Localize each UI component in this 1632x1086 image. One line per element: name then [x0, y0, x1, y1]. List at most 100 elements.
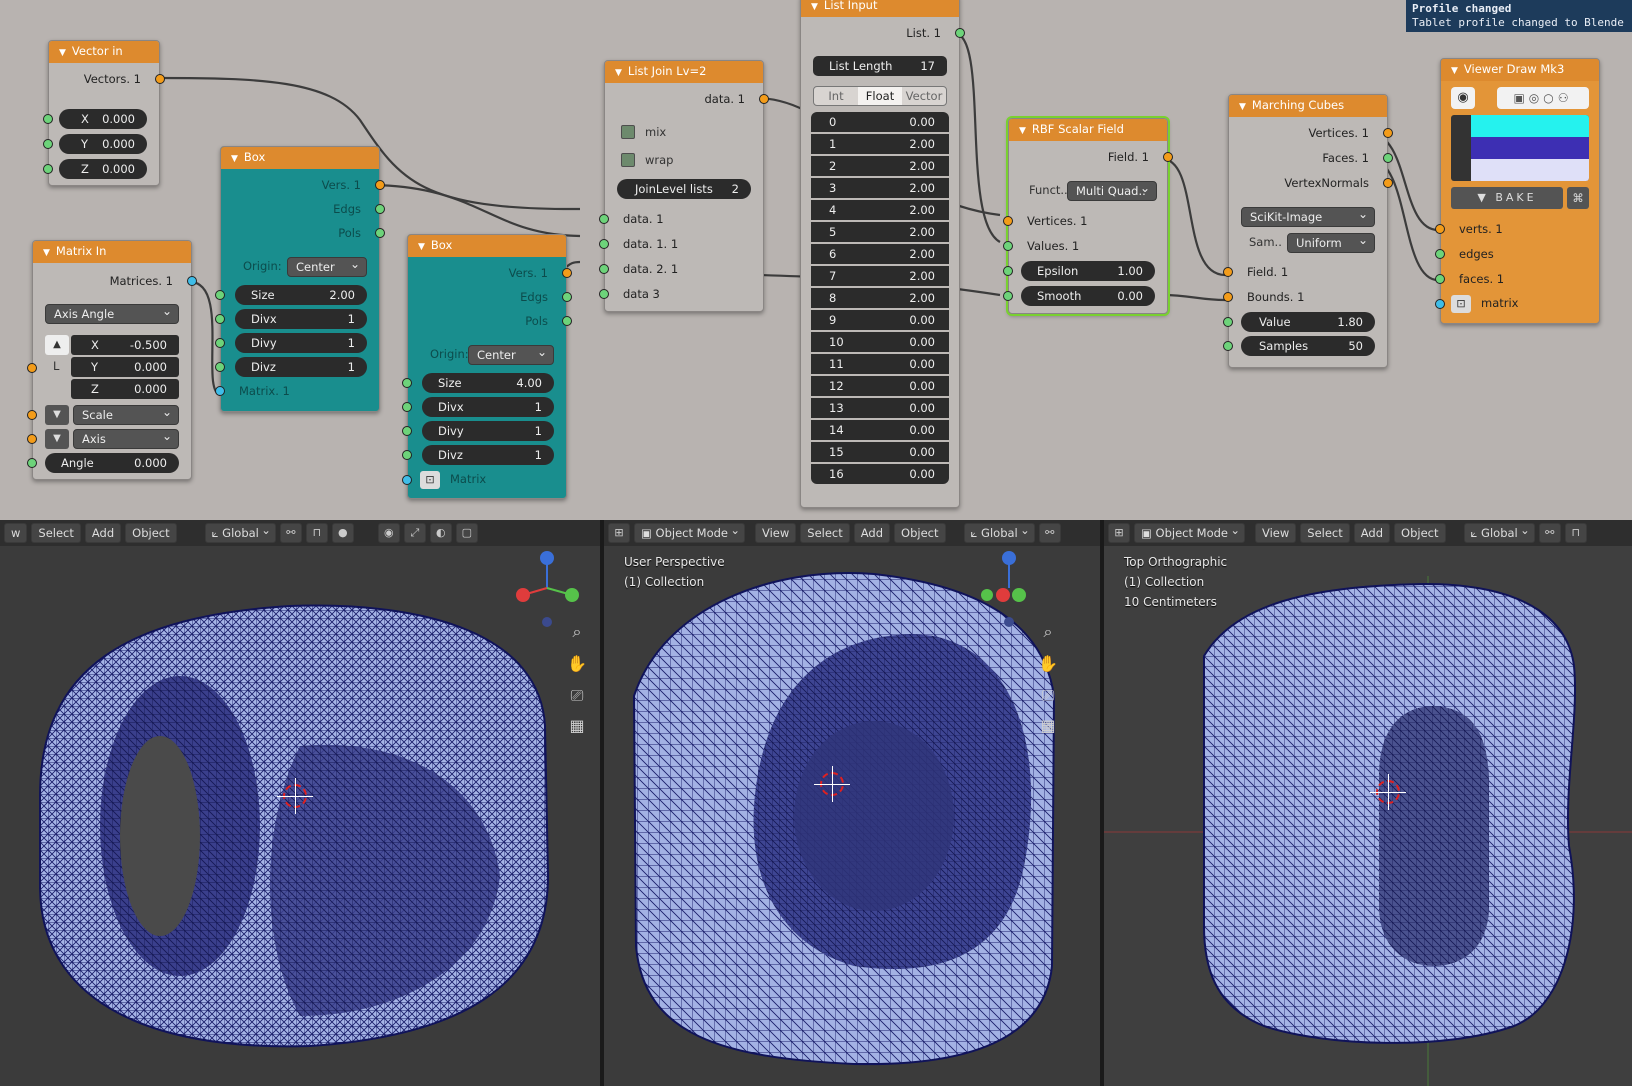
input-socket-verts[interactable]	[1435, 224, 1445, 234]
node-header[interactable]: ▼ Viewer Draw Mk3	[1441, 59, 1599, 81]
expand-scale-button[interactable]: ▼	[45, 405, 69, 425]
hand-icon[interactable]: ✋	[1036, 652, 1060, 676]
output-socket-vers[interactable]	[375, 180, 385, 190]
input-socket-4[interactable]	[599, 289, 609, 299]
mode-float[interactable]: Float	[858, 87, 902, 105]
select-menu[interactable]: Select	[31, 523, 81, 543]
output-socket-normals[interactable]	[1383, 178, 1393, 188]
output-socket-faces[interactable]	[1383, 153, 1393, 163]
list-value-row[interactable]: 12 0.00	[811, 376, 949, 396]
output-socket[interactable]	[759, 94, 769, 104]
input-socket-axis[interactable]	[27, 434, 37, 444]
object-menu[interactable]: Object	[894, 523, 946, 543]
list-value-row[interactable]: 4 2.00	[811, 200, 949, 220]
orientation-dropdown[interactable]: ⟀ Global	[204, 521, 276, 543]
list-value-row[interactable]: 6 2.00	[811, 244, 949, 264]
output-socket-edgs[interactable]	[375, 204, 385, 214]
axis-dropdown[interactable]: Axis	[73, 427, 179, 449]
input-socket-size[interactable]	[402, 378, 412, 388]
node-list-input[interactable]: ▼ List Input List. 1 List Length 17 Int Fl…	[800, 0, 965, 508]
divz-field[interactable]: Divz 1	[422, 445, 554, 465]
input-socket-divx[interactable]	[215, 314, 225, 324]
origin-dropdown[interactable]: Center	[468, 343, 554, 365]
list-value-row[interactable]: 9 0.00	[811, 310, 949, 330]
input-socket-smooth[interactable]	[1003, 291, 1013, 301]
input-socket-value[interactable]	[1223, 317, 1233, 327]
list-value-row[interactable]: 8 2.00	[811, 288, 949, 308]
overlay-icon[interactable]: ◐	[429, 523, 452, 543]
proportional-icon[interactable]: ●	[331, 523, 354, 543]
add-menu[interactable]: Add	[853, 523, 891, 543]
node-box-2[interactable]: ▼Box Vers. 1 Edgs Pols Origin: Center Si…	[402, 234, 572, 499]
input-socket-3[interactable]	[599, 264, 609, 274]
input-socket-1[interactable]	[599, 214, 609, 224]
camera-icon[interactable]: ⎚	[1036, 684, 1060, 708]
orientation-dropdown[interactable]: ⟀ Global	[1463, 521, 1535, 543]
output-socket-pols[interactable]	[375, 228, 385, 238]
snap-icon[interactable]: ⊓	[305, 523, 328, 543]
snap-icon[interactable]: ⊓	[1564, 523, 1587, 543]
output-socket[interactable]	[187, 276, 197, 286]
size-field[interactable]: Size 4.00	[422, 373, 554, 393]
color-swatches[interactable]	[1451, 115, 1589, 181]
list-value-row[interactable]: 0 0.00	[811, 112, 949, 132]
output-socket[interactable]	[155, 74, 165, 84]
output-socket[interactable]	[955, 28, 965, 38]
node-list-join[interactable]: ▼ List Join Lv=2 data. 1 mix wrap JoinLev…	[599, 60, 769, 312]
node-viewer-draw[interactable]: ▼ Viewer Draw Mk3 ◉ ▣◎○⚇ ▼ BAKE ⌘ verts. …	[1435, 58, 1600, 324]
input-socket-matrix[interactable]	[215, 386, 225, 396]
pivot-icon[interactable]: ⚯	[1038, 523, 1061, 543]
input-socket-angle[interactable]	[27, 458, 37, 468]
edge-color[interactable]	[1471, 137, 1589, 159]
input-socket-location[interactable]	[27, 363, 37, 373]
search-icon[interactable]: ⌕	[565, 620, 589, 644]
epsilon-field[interactable]: Epsilon 1.00	[1021, 261, 1155, 281]
implementation-dropdown[interactable]: SciKit-Image	[1241, 205, 1375, 227]
list-value-row[interactable]: 15 0.00	[811, 442, 949, 462]
input-socket-faces[interactable]	[1435, 274, 1445, 284]
list-value-row[interactable]: 14 0.00	[811, 420, 949, 440]
object-menu[interactable]: Object	[125, 523, 177, 543]
list-value-row[interactable]: 10 0.00	[811, 332, 949, 352]
divz-field[interactable]: Divz 1	[235, 357, 367, 377]
node-header[interactable]: ▼ List Input	[801, 0, 959, 17]
orientation-dropdown[interactable]: ⟀ Global	[963, 521, 1035, 543]
input-socket-2[interactable]	[599, 239, 609, 249]
output-socket[interactable]	[1163, 152, 1173, 162]
x-field[interactable]: X 0.000	[59, 109, 147, 129]
mix-checkbox[interactable]	[621, 125, 635, 139]
node-marching-cubes[interactable]: ▼ Marching Cubes Vertices. 1 Faces. 1 Ver…	[1223, 94, 1393, 368]
z-field[interactable]: Z 0.000	[59, 159, 147, 179]
output-socket-vertices[interactable]	[1383, 128, 1393, 138]
object-menu[interactable]: Object	[1394, 523, 1446, 543]
editor-type-icon[interactable]: ⊞	[608, 523, 630, 543]
viewport-middle[interactable]: ⊞ ▣ Object Mode View Select Add Object ⟀…	[604, 520, 1100, 1086]
node-header[interactable]: ▼ List Join Lv=2	[605, 61, 763, 83]
input-socket-divy[interactable]	[402, 426, 412, 436]
node-header[interactable]: ▼ Marching Cubes	[1229, 95, 1387, 117]
node-editor[interactable]: ▼ Vector in Vectors. 1 X 0.000 Y 0.000 Z 0.0…	[0, 0, 1632, 520]
add-menu[interactable]: Add	[1353, 523, 1391, 543]
divx-field[interactable]: Divx 1	[235, 309, 367, 329]
origin-dropdown[interactable]: Center	[287, 255, 367, 277]
list-value-row[interactable]: 1 2.00	[811, 134, 949, 154]
input-socket-z[interactable]	[43, 164, 53, 174]
display-mode-icons[interactable]: ▣◎○⚇	[1497, 87, 1589, 109]
select-menu[interactable]: Select	[800, 523, 850, 543]
mode-selector[interactable]: Int Float Vector	[813, 86, 947, 106]
list-value-row[interactable]: 2 2.00	[811, 156, 949, 176]
input-socket-values[interactable]	[1003, 241, 1013, 251]
x-field[interactable]: X -0.500	[71, 335, 179, 355]
divy-field[interactable]: Divy 1	[235, 333, 367, 353]
list-value-row[interactable]: 11 0.00	[811, 354, 949, 374]
output-socket-vers[interactable]	[562, 268, 572, 278]
input-socket-divz[interactable]	[402, 450, 412, 460]
pivot-icon[interactable]: ⚯	[279, 523, 302, 543]
select-menu[interactable]: Select	[1300, 523, 1350, 543]
input-socket-field[interactable]	[1223, 267, 1233, 277]
node-header[interactable]: ▼ Box	[221, 147, 379, 169]
add-menu[interactable]: Add	[84, 523, 122, 543]
bake-button[interactable]: ▼ BAKE	[1451, 187, 1563, 209]
mode-dropdown[interactable]: Axis Angle	[45, 302, 179, 324]
input-socket-vertices[interactable]	[1003, 216, 1013, 226]
